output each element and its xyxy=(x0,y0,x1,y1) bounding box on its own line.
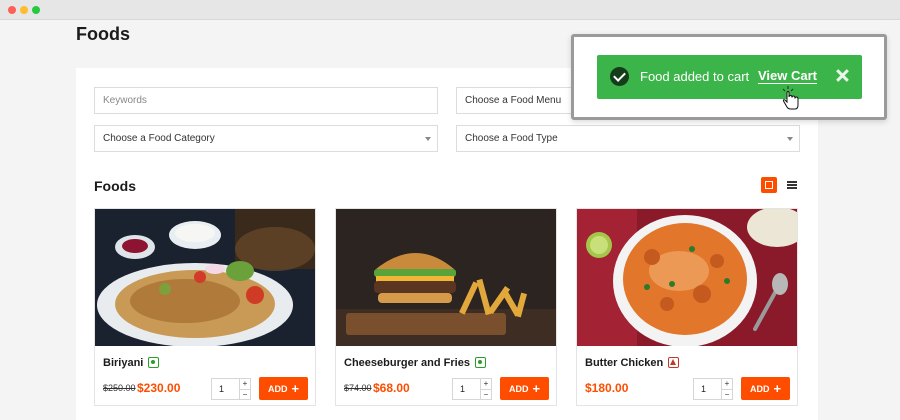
close-icon[interactable] xyxy=(835,68,850,83)
add-to-cart-button[interactable]: ADD + xyxy=(741,377,790,400)
food-card[interactable]: Butter Chicken $180.00 1 + − ADD + xyxy=(576,208,798,406)
maximize-window-icon[interactable] xyxy=(32,6,40,14)
increment-icon[interactable]: + xyxy=(239,379,250,389)
page-title: Foods xyxy=(76,24,130,44)
keywords-input[interactable]: Keywords xyxy=(94,87,438,114)
quantity-stepper[interactable]: 1 + − xyxy=(211,378,251,400)
add-to-cart-button[interactable]: ADD + xyxy=(259,377,308,400)
food-card[interactable]: Cheeseburger and Fries $74.00 $68.00 1 +… xyxy=(335,208,557,406)
food-name-text[interactable]: Cheeseburger and Fries xyxy=(344,357,470,369)
quantity-value[interactable]: 1 xyxy=(460,384,465,394)
add-button-label: ADD xyxy=(508,383,529,394)
increment-icon[interactable]: + xyxy=(721,379,732,389)
decrement-icon[interactable]: − xyxy=(480,389,491,399)
price: $230.00 xyxy=(137,381,181,395)
toast-highlight-frame: Food added to cart View Cart xyxy=(571,34,887,120)
decrement-icon[interactable]: − xyxy=(721,389,732,399)
old-price: $250.00 xyxy=(103,383,136,393)
food-category-select[interactable]: Choose a Food Category xyxy=(94,125,438,152)
foods-panel: Keywords Choose a Food Menu Choose a Foo… xyxy=(76,68,818,420)
section-title: Foods xyxy=(94,178,136,194)
quantity-value[interactable]: 1 xyxy=(701,384,706,394)
toast-notification: Food added to cart View Cart xyxy=(597,55,862,99)
price: $180.00 xyxy=(585,381,629,395)
decrement-icon[interactable]: − xyxy=(239,389,250,399)
food-menu-value: Choose a Food Menu xyxy=(465,95,562,106)
toast-message: Food added to cart xyxy=(640,69,750,84)
food-name-text[interactable]: Biriyani xyxy=(103,357,143,369)
grid-view-icon[interactable] xyxy=(761,177,777,193)
minimize-window-icon[interactable] xyxy=(20,6,28,14)
list-view-icon[interactable] xyxy=(784,177,800,193)
food-name[interactable]: Cheeseburger and Fries xyxy=(344,357,486,369)
food-image[interactable] xyxy=(577,209,797,346)
keywords-placeholder: Keywords xyxy=(103,95,147,106)
veg-icon xyxy=(148,357,160,368)
plus-icon: + xyxy=(532,381,541,396)
plus-icon: + xyxy=(773,381,782,396)
food-image[interactable] xyxy=(95,209,315,346)
non-veg-icon xyxy=(668,357,680,368)
add-button-label: ADD xyxy=(749,383,770,394)
food-name[interactable]: Butter Chicken xyxy=(585,357,680,369)
quantity-value[interactable]: 1 xyxy=(219,384,224,394)
add-to-cart-button[interactable]: ADD + xyxy=(500,377,549,400)
food-name[interactable]: Biriyani xyxy=(103,357,160,369)
old-price: $74.00 xyxy=(344,383,372,393)
food-card[interactable]: Biriyani $250.00 $230.00 1 + − ADD + xyxy=(94,208,316,406)
food-type-value: Choose a Food Type xyxy=(465,133,558,144)
food-category-value: Choose a Food Category xyxy=(103,133,215,144)
food-name-text[interactable]: Butter Chicken xyxy=(585,357,663,369)
close-window-icon[interactable] xyxy=(8,6,16,14)
food-type-select[interactable]: Choose a Food Type xyxy=(456,125,800,152)
food-image[interactable] xyxy=(336,209,556,346)
increment-icon[interactable]: + xyxy=(480,379,491,389)
window-titlebar xyxy=(0,0,900,20)
plus-icon: + xyxy=(291,381,300,396)
veg-icon xyxy=(474,357,486,368)
add-button-label: ADD xyxy=(267,383,288,394)
view-cart-link[interactable]: View Cart xyxy=(758,68,818,84)
quantity-stepper[interactable]: 1 + − xyxy=(452,378,492,400)
chevron-down-icon xyxy=(787,137,793,141)
hand-cursor-icon xyxy=(782,86,799,110)
check-circle-icon xyxy=(610,67,629,86)
price: $68.00 xyxy=(373,381,410,395)
quantity-stepper[interactable]: 1 + − xyxy=(693,378,733,400)
chevron-down-icon xyxy=(425,137,431,141)
